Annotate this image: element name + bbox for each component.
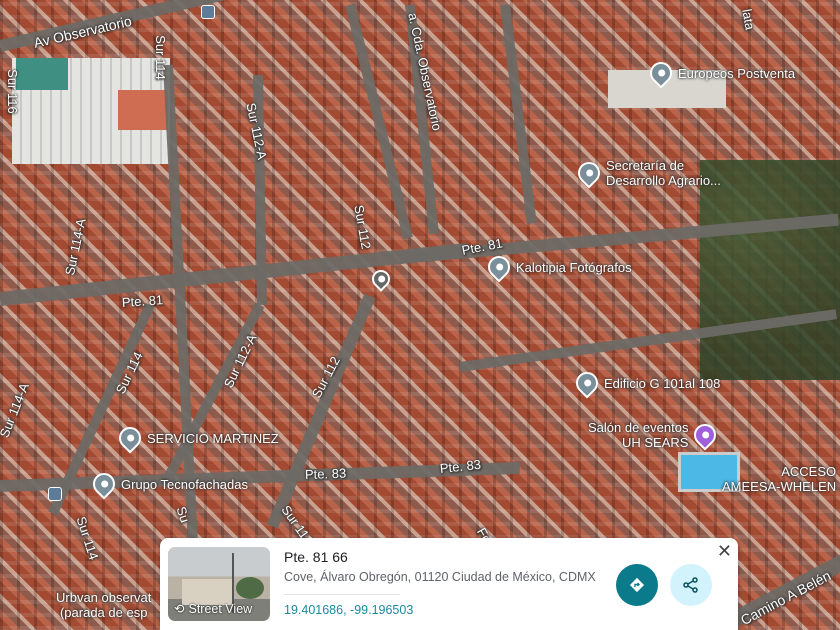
poi-label: Kalotipia Fotógrafos xyxy=(516,259,632,275)
poi-label: AMEESA-WHELEN xyxy=(722,479,837,494)
poi-kalotipia[interactable]: Kalotipia Fotógrafos xyxy=(483,251,632,283)
poi-secretaria[interactable]: Secretaría de Desarrollo Agrario... xyxy=(573,157,721,189)
poi-acceso-ameesa[interactable]: ACCESO AMEESA-WHELEN xyxy=(722,464,836,494)
street-view-label-wrap: ⟲ Street View xyxy=(174,601,253,617)
divider xyxy=(284,594,400,595)
poi-servicio-martinez[interactable]: SERVICIO MARTINEZ xyxy=(114,422,279,454)
share-button[interactable] xyxy=(670,564,712,606)
road xyxy=(345,3,413,240)
street-label: Sur 112-A xyxy=(243,101,270,161)
poi-label: Desarrollo Agrario... xyxy=(606,173,721,188)
rooftop xyxy=(118,90,168,130)
poi-urbvan[interactable]: Urbvan observat (parada de esp xyxy=(56,590,151,620)
place-pin-icon xyxy=(571,367,603,399)
coordinates-link[interactable]: 19.401686, -99.196503 xyxy=(284,603,413,617)
trees xyxy=(700,160,840,380)
poi-label: Grupo Tecnofachadas xyxy=(121,476,248,492)
directions-icon xyxy=(629,577,645,593)
street-label: lata xyxy=(739,7,758,31)
street-label: Pte. 81 xyxy=(121,292,164,310)
poi-label: Europeos Postventa xyxy=(678,65,796,81)
bus-stop-icon[interactable] xyxy=(201,5,215,19)
poi-label: Urbvan observat xyxy=(56,590,152,605)
poi-label: Edificio G 101al 108 xyxy=(604,375,721,391)
place-pin-icon xyxy=(88,468,120,500)
road xyxy=(266,293,376,529)
poi-europeos-postventa[interactable]: Europeos Postventa xyxy=(645,57,796,89)
thumbnail-tree xyxy=(236,577,264,599)
street-label: Sur 114-A xyxy=(62,217,89,277)
place-pin-icon xyxy=(645,57,677,89)
poi-label: Salón de eventos xyxy=(588,420,689,435)
place-pin-icon xyxy=(114,422,146,454)
poi-grupo-tecnofachadas[interactable]: Grupo Tecnofachadas xyxy=(88,468,248,500)
poi-salon-eventos[interactable]: Salón de eventos UH SEARS xyxy=(588,419,722,451)
street-label: Sur 114 xyxy=(153,35,169,80)
street-label: Sur 114 xyxy=(73,514,102,562)
place-title: Pte. 81 66 xyxy=(284,549,348,565)
poi-label: UH SEARS xyxy=(622,435,689,450)
close-button[interactable]: ✕ xyxy=(717,541,732,562)
poi-label: (parada de esp xyxy=(59,605,148,620)
satellite-map[interactable]: Av Observatorio Sur 114 Sur 112-A a. Cda… xyxy=(0,0,840,630)
street-view-icon: ⟲ xyxy=(174,602,185,616)
poi-label: ACCESO xyxy=(781,464,837,479)
street-label: Sur 116 xyxy=(5,69,21,114)
poi-label: Secretaría de xyxy=(606,158,685,173)
street-view-thumbnail[interactable]: ⟲ Street View xyxy=(168,547,270,621)
directions-button[interactable] xyxy=(616,564,658,606)
dropped-pin-icon[interactable] xyxy=(368,266,394,292)
place-info-card: ⟲ Street View Pte. 81 66 Cove, Álvaro Ob… xyxy=(160,538,738,630)
street-label: Sur 114-A xyxy=(0,380,32,440)
rooftop xyxy=(16,58,68,90)
poi-label: SERVICIO MARTINEZ xyxy=(147,430,279,446)
street-label: Pte. 83 xyxy=(304,465,347,482)
street-view-label: Street View xyxy=(188,601,253,616)
government-icon xyxy=(573,157,605,189)
place-address: Cove, Álvaro Obregón, 01120 Ciudad de Mé… xyxy=(284,570,596,584)
street-label: Av Observatorio xyxy=(32,12,134,51)
share-icon xyxy=(683,577,698,593)
bus-stop-icon[interactable] xyxy=(48,487,62,501)
place-pin-icon xyxy=(483,251,515,283)
event-venue-icon xyxy=(689,419,722,451)
street-label: Sur 112 xyxy=(351,203,374,251)
street-label: Camino A Belén xyxy=(737,567,834,629)
poi-edificio-g[interactable]: Edificio G 101al 108 xyxy=(571,367,721,399)
road xyxy=(500,4,537,224)
